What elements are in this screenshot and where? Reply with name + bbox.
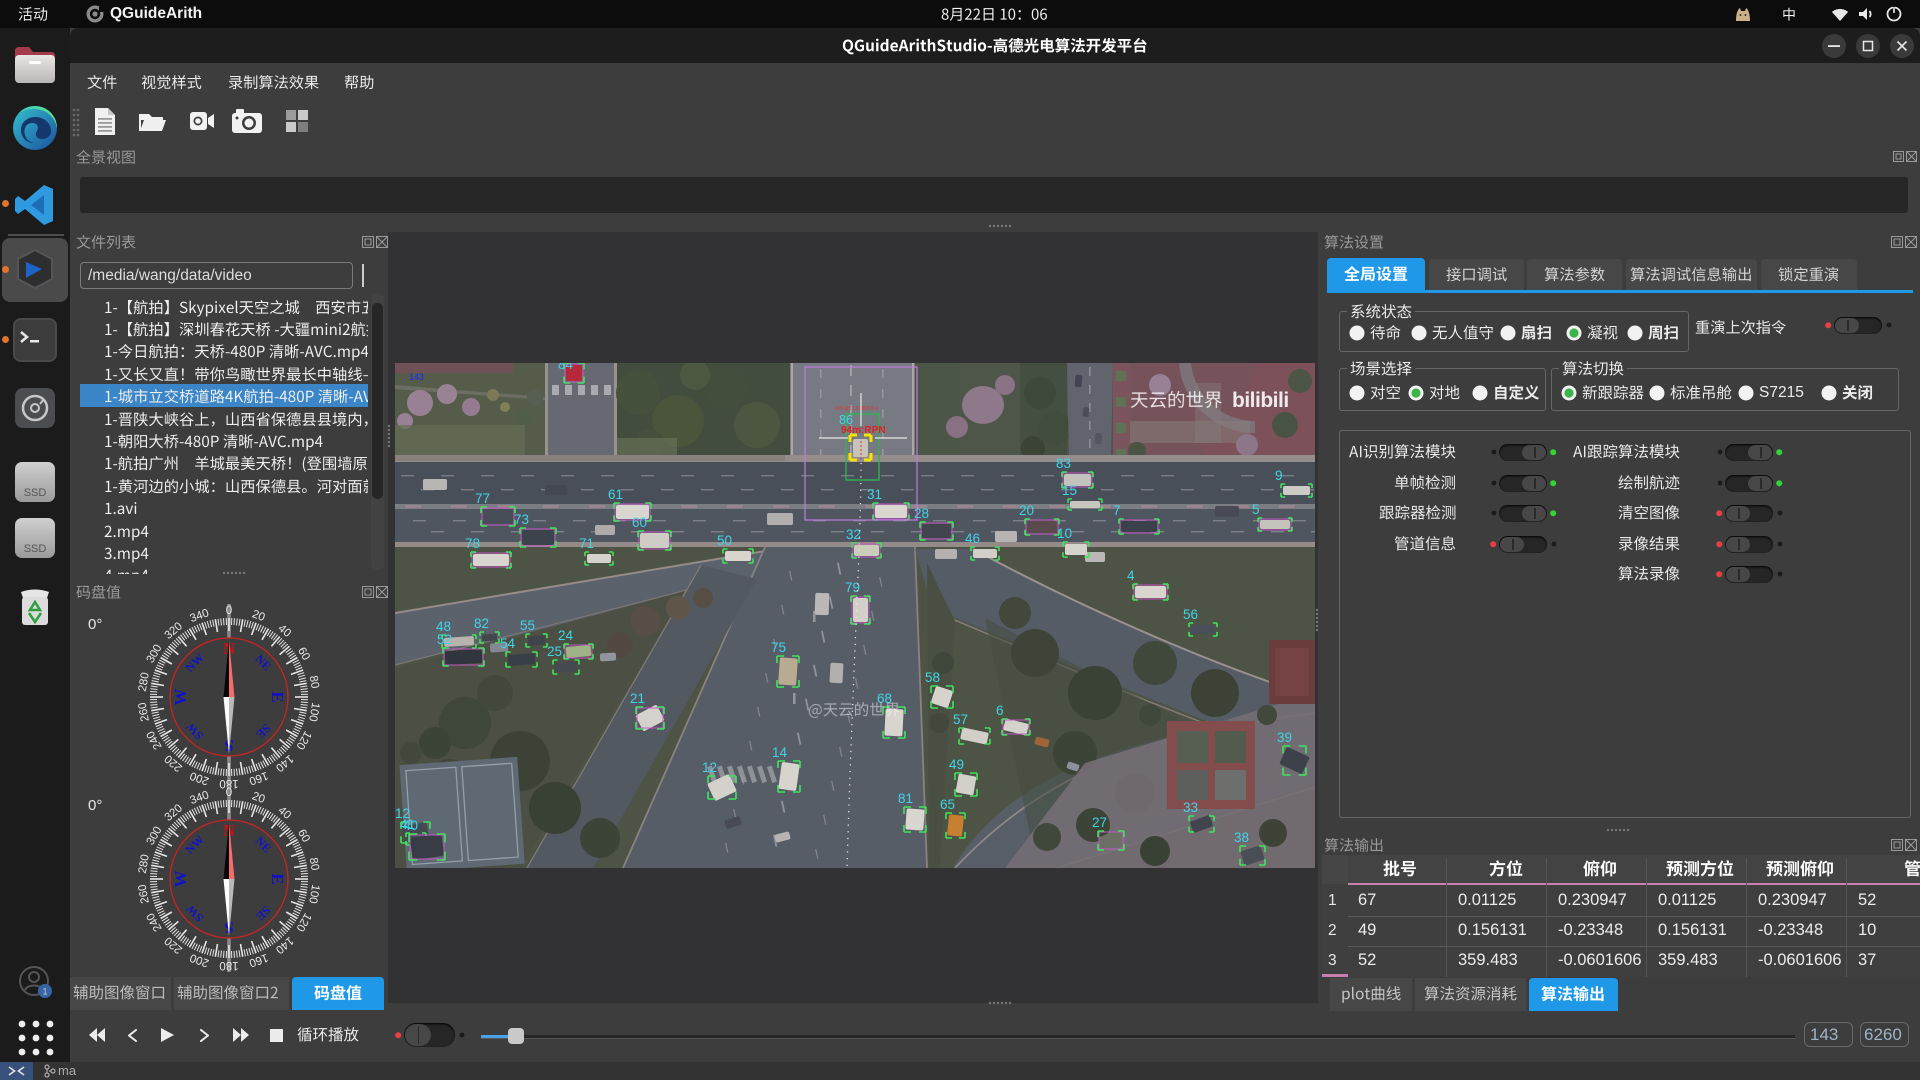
svg-text:33: 33 <box>1183 800 1198 815</box>
svg-text:1: 1 <box>42 987 47 997</box>
svg-text:300: 300 <box>145 643 165 666</box>
svg-text:79: 79 <box>845 580 860 595</box>
svg-text:60: 60 <box>632 515 647 530</box>
svg-text:52: 52 <box>437 632 452 647</box>
svg-text:320: 320 <box>163 620 185 642</box>
svg-text:38: 38 <box>1234 830 1249 845</box>
svg-text:E: E <box>268 873 287 884</box>
svg-text:21: 21 <box>630 691 645 706</box>
svg-text:28: 28 <box>914 506 929 521</box>
svg-text:4: 4 <box>1127 568 1135 583</box>
svg-text:71: 71 <box>579 536 594 551</box>
svg-text:280: 280 <box>137 854 152 875</box>
svg-text:SW: SW <box>183 720 206 743</box>
svg-text:NW: NW <box>182 832 207 857</box>
svg-text:SSD: SSD <box>24 487 47 499</box>
svg-text:9: 9 <box>1275 468 1283 483</box>
svg-text:6: 6 <box>996 703 1004 718</box>
svg-text:SSD: SSD <box>24 543 47 555</box>
svg-text:83: 83 <box>1056 456 1071 471</box>
svg-text:0: 0 <box>226 605 232 617</box>
svg-text:IDtTgtT L37890.5:4: IDtTgtT L37890.5:4 <box>835 406 878 412</box>
svg-text:20: 20 <box>1019 503 1034 518</box>
svg-text:46: 46 <box>965 531 980 546</box>
svg-text:120: 120 <box>293 911 313 934</box>
svg-text:54: 54 <box>500 636 516 651</box>
svg-text:0: 0 <box>226 787 232 799</box>
svg-text:180: 180 <box>219 959 238 971</box>
svg-text:57: 57 <box>953 712 968 727</box>
svg-text:81: 81 <box>898 791 913 806</box>
svg-text:20: 20 <box>250 790 266 806</box>
svg-text:SW: SW <box>183 902 206 925</box>
svg-text:260: 260 <box>137 883 152 904</box>
svg-text:10: 10 <box>1057 526 1072 541</box>
svg-text:84: 84 <box>558 363 574 372</box>
svg-text:7: 7 <box>1113 503 1121 518</box>
svg-text:320: 320 <box>163 802 185 824</box>
svg-text:82: 82 <box>474 616 489 631</box>
svg-text:55: 55 <box>520 618 535 633</box>
svg-text:77: 77 <box>475 491 490 506</box>
svg-text:E: E <box>268 691 287 702</box>
svg-text:65: 65 <box>940 797 955 812</box>
svg-text:31: 31 <box>867 487 882 502</box>
svg-text:15: 15 <box>1062 483 1077 498</box>
svg-text:60: 60 <box>295 827 312 844</box>
svg-text:50: 50 <box>717 533 732 548</box>
svg-text:32: 32 <box>846 527 861 542</box>
svg-text:80: 80 <box>307 857 321 872</box>
svg-text:300: 300 <box>145 825 165 848</box>
svg-text:73: 73 <box>514 512 529 527</box>
svg-text:78: 78 <box>465 536 480 551</box>
svg-text:140: 140 <box>273 934 295 956</box>
svg-text:86: 86 <box>839 413 853 427</box>
svg-text:143: 143 <box>409 372 424 382</box>
svg-text:56: 56 <box>1183 607 1198 622</box>
svg-text:40: 40 <box>403 818 418 833</box>
svg-text:14: 14 <box>772 745 788 760</box>
svg-text:W: W <box>171 871 190 888</box>
svg-text:58: 58 <box>925 670 940 685</box>
svg-text:220: 220 <box>163 934 185 956</box>
svg-text:61: 61 <box>608 487 623 502</box>
svg-text:W: W <box>171 689 190 706</box>
svg-text:12: 12 <box>702 760 717 775</box>
svg-text:60: 60 <box>295 645 312 662</box>
svg-text:100: 100 <box>306 701 321 722</box>
svg-text:75: 75 <box>771 640 786 655</box>
svg-text:280: 280 <box>137 672 152 693</box>
svg-text:25: 25 <box>547 644 562 659</box>
svg-text:NW: NW <box>182 650 207 675</box>
svg-text:240: 240 <box>145 911 165 934</box>
svg-text:80: 80 <box>307 675 321 690</box>
svg-text:24: 24 <box>558 628 574 643</box>
svg-text:49: 49 <box>949 757 964 772</box>
svg-text:5: 5 <box>1252 502 1260 517</box>
svg-text:120: 120 <box>293 729 313 752</box>
svg-text:20: 20 <box>250 608 266 624</box>
svg-text:240: 240 <box>145 729 165 752</box>
svg-text:260: 260 <box>137 701 152 722</box>
svg-text:220: 220 <box>163 752 185 774</box>
svg-text:27: 27 <box>1092 815 1107 830</box>
svg-text:140: 140 <box>273 752 295 774</box>
svg-text:100: 100 <box>306 883 321 904</box>
svg-text:39: 39 <box>1277 730 1292 745</box>
